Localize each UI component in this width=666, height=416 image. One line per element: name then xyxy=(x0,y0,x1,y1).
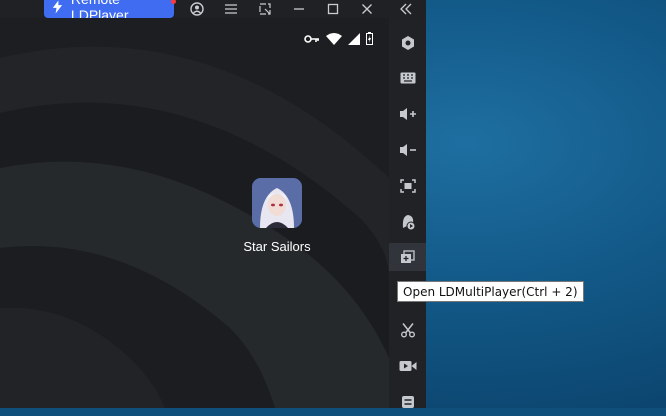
install-apk-icon xyxy=(402,215,415,230)
hexagon-button[interactable] xyxy=(389,29,426,57)
tooltip: Open LDMultiPlayer(Ctrl + 2) xyxy=(397,281,584,302)
notification-dot xyxy=(171,0,176,4)
battery-icon xyxy=(366,32,373,45)
close-icon[interactable] xyxy=(359,1,375,17)
vpn-key-icon xyxy=(304,34,319,43)
record-icon xyxy=(399,361,416,371)
volume-up-button[interactable] xyxy=(389,100,426,128)
remote-ldplayer-button[interactable]: Remote LDPlayer xyxy=(44,0,176,23)
app-label: Star Sailors xyxy=(243,239,311,254)
popout-icon[interactable] xyxy=(257,1,273,17)
more-button[interactable] xyxy=(389,388,426,416)
title-bar: Remote LDPlayer xyxy=(0,0,426,23)
emulator-window: Remote LDPlayer xyxy=(0,0,426,408)
wifi-icon xyxy=(326,32,342,45)
screenshot-cut-button[interactable] xyxy=(389,316,426,344)
menu-icon[interactable] xyxy=(223,1,239,17)
scissors-icon xyxy=(400,323,415,338)
bolt-icon xyxy=(52,0,63,14)
wallpaper xyxy=(0,46,389,408)
status-bar xyxy=(304,32,373,45)
android-screen[interactable]: Star Sailors xyxy=(0,18,389,408)
volume-up-icon xyxy=(399,108,416,120)
install-apk-button[interactable] xyxy=(389,208,426,236)
fullscreen-button[interactable] xyxy=(389,172,426,200)
multi-instance-icon xyxy=(401,250,415,263)
record-button[interactable] xyxy=(389,352,426,380)
multi-instance-button[interactable] xyxy=(389,243,426,271)
hexagon-icon xyxy=(401,36,414,50)
fullscreen-icon xyxy=(399,179,416,193)
volume-down-button[interactable] xyxy=(389,136,426,164)
app-shortcut[interactable]: Star Sailors xyxy=(240,178,314,254)
maximize-icon[interactable] xyxy=(325,1,341,17)
more-icon xyxy=(401,396,414,408)
emulator-toolbar xyxy=(389,18,426,408)
star-sailors-app-icon xyxy=(252,178,302,228)
user-icon[interactable] xyxy=(189,1,205,17)
volume-down-icon xyxy=(399,144,416,156)
minimize-icon[interactable] xyxy=(291,1,307,17)
signal-icon xyxy=(348,32,360,45)
keyboard-button[interactable] xyxy=(389,64,426,92)
keyboard-icon xyxy=(400,72,415,84)
collapse-icon[interactable] xyxy=(398,1,414,17)
